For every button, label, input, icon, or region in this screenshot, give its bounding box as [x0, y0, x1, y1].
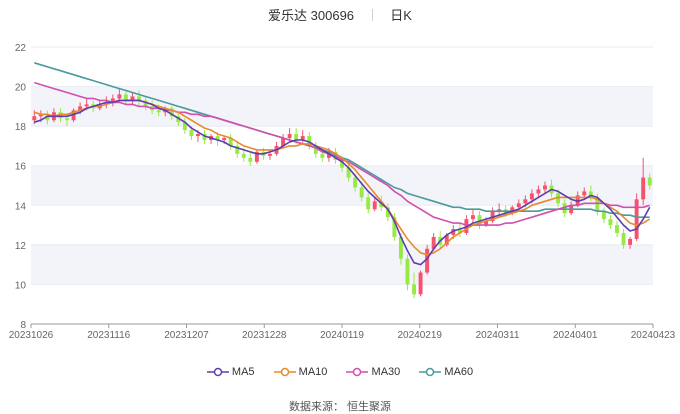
candle-body — [412, 284, 416, 295]
candle-body — [372, 201, 377, 210]
candle-body — [248, 157, 253, 162]
candle-body — [543, 185, 547, 190]
legend-marker-ma5 — [206, 367, 229, 377]
candle-body — [634, 199, 639, 239]
legend: MA5 MA10 MA30 MA60 — [0, 366, 680, 378]
y-tick-label: 12 — [15, 241, 27, 252]
legend-marker-ma10 — [273, 367, 296, 377]
candle-body — [117, 94, 122, 99]
legend-label-ma60: MA60 — [444, 366, 474, 379]
candle-body — [615, 225, 619, 233]
x-tick-label: 20231116 — [87, 330, 130, 341]
candle-body — [418, 272, 423, 295]
legend-label-ma30: MA30 — [371, 366, 401, 379]
y-tick-label: 22 — [15, 43, 27, 54]
candle-body — [123, 94, 128, 101]
candle-body — [608, 219, 613, 226]
kline-chart: 81012141618202220231026 20231116 20231207 2… — [9, 43, 676, 341]
candle-body — [320, 153, 325, 158]
y-tick-label: 18 — [15, 122, 27, 133]
legend-item-ma5[interactable]: MA5 — [206, 366, 255, 379]
grid-band — [31, 244, 653, 285]
x-tick-label: 20240311 — [476, 330, 520, 341]
legend-item-ma30[interactable]: MA30 — [346, 366, 400, 378]
candle-body — [529, 193, 534, 200]
data-source: 数据来源： 恒生聚源 — [288, 401, 392, 413]
legend-marker-ma30 — [346, 367, 369, 377]
x-tick-label: 20231026 — [9, 330, 54, 341]
legend-marker-ma60 — [419, 367, 442, 377]
candle-body — [156, 110, 161, 113]
candle-body — [628, 238, 633, 245]
y-tick-label: 10 — [15, 280, 27, 291]
x-tick-label: 20240423 — [631, 330, 676, 341]
candle-body — [536, 189, 541, 194]
candle-body — [516, 203, 521, 208]
x-tick-label: 20240219 — [398, 330, 443, 341]
candle-body — [366, 197, 371, 210]
legend-item-ma60[interactable]: MA60 — [419, 366, 473, 378]
x-tick-label: 20231207 — [164, 330, 209, 341]
y-tick-label: 16 — [15, 162, 27, 173]
candle-body — [241, 153, 246, 158]
y-tick-label: 20 — [15, 83, 27, 94]
candle-body — [294, 134, 299, 140]
candle-body — [523, 199, 528, 204]
candle-body — [621, 232, 626, 245]
candle-body — [641, 177, 646, 200]
x-tick-label: 20240401 — [553, 330, 598, 341]
candle-body — [405, 258, 410, 285]
candle-body — [195, 134, 200, 137]
candle-body — [647, 177, 652, 186]
candle-body — [582, 191, 587, 196]
candle-body — [84, 104, 89, 107]
candle-body — [189, 130, 194, 137]
candle-body — [222, 138, 227, 140]
candle-body — [268, 153, 272, 156]
x-tick-label: 20240119 — [320, 330, 364, 341]
candle-body — [353, 177, 358, 188]
candle-body — [287, 134, 292, 139]
y-tick-label: 14 — [15, 201, 27, 212]
candle-body — [65, 118, 69, 121]
grid-band — [31, 86, 653, 127]
legend-label-ma10: MA10 — [298, 366, 328, 379]
candle-body — [32, 116, 37, 121]
chart-container: 爱乐达 300696 日K 8 10 12 14 16 18 20 22 20231026 202… — [0, 0, 680, 413]
candle-body — [470, 215, 475, 220]
candle-body — [359, 187, 364, 198]
legend-label-ma5: MA5 — [231, 366, 255, 379]
legend-item-ma10[interactable]: MA10 — [273, 366, 328, 379]
x-tick-label: 20231228 — [242, 330, 287, 341]
